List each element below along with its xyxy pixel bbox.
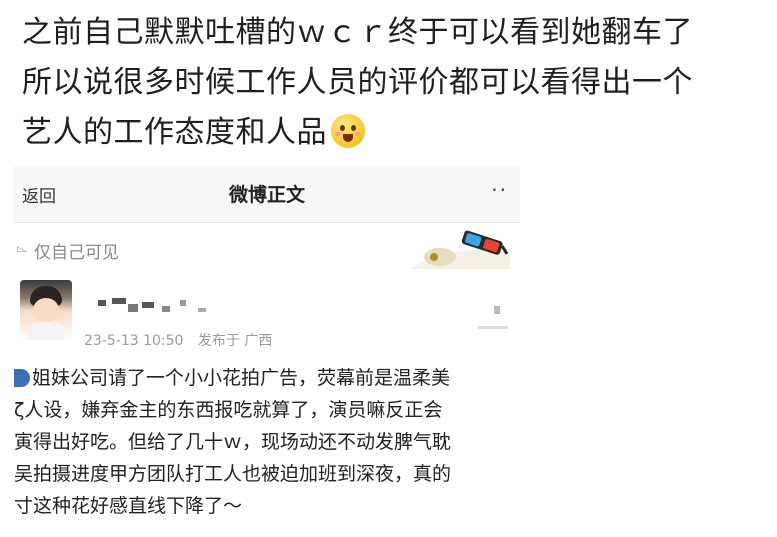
screenshot-page: 之前自己默默吐槽的ｗｃｒ终于可以看到她翻车了 所以说很多时候工作人员的评价都可以… — [0, 0, 777, 537]
post-source: 发布于 广西 — [197, 333, 273, 349]
caption-line-3: 艺人的工作态度和人品 — [22, 108, 772, 158]
page-title: 微博正文 — [228, 184, 305, 206]
blushing-face-emoji-icon — [331, 114, 365, 148]
post-body: 姐妹公司请了一个小小花拍广告，荧幕前是温柔美 ζ人设，嫌弃金主的东西报吃就算了，… — [14, 362, 520, 522]
author-name-redacted — [98, 298, 228, 312]
post-line-1: 姐妹公司请了一个小小花拍广告，荧幕前是温柔美 — [14, 362, 520, 394]
more-options-button[interactable]: ·· — [491, 178, 508, 202]
embedded-weibo-screenshot: 返回 微博正文 ·· ⌳ 仅自己可见 23-5-13 10:50 发布于 广西 … — [14, 166, 520, 536]
visibility-bar: ⌳ 仅自己可见 — [14, 223, 520, 273]
post-line-3: 寅得出好吃。但给了几十ｗ，现场动还不动发脾气耽 — [14, 431, 452, 453]
post-caption: 之前自己默默吐槽的ｗｃｒ终于可以看到她翻车了 所以说很多时候工作人员的评价都可以… — [22, 8, 772, 158]
lock-icon: ⌳ — [16, 238, 28, 256]
caption-line-1: 之前自己默默吐槽的ｗｃｒ终于可以看到她翻车了 — [22, 15, 693, 50]
follow-button-redacted[interactable] — [470, 306, 510, 336]
post-line-5: 寸这种花好感直线下降了～ — [14, 495, 243, 517]
visibility-label: 仅自己可见 — [34, 243, 119, 263]
post-date: 23-5-13 10:50 — [84, 333, 184, 349]
weibo-nav-bar: 返回 微博正文 ·· — [14, 166, 520, 223]
post-line-2: ζ人设，嫌弃金主的东西报吃就算了，演员嘛反正会 — [14, 399, 443, 421]
topic-icon — [14, 369, 30, 387]
post-line-1-text: 姐妹公司请了一个小小花拍广告，荧幕前是温柔美 — [32, 367, 451, 389]
post-meta: 23-5-13 10:50 发布于 广西 — [84, 330, 282, 350]
caption-line-3-text: 艺人的工作态度和人品 — [22, 115, 327, 150]
caption-line-2: 所以说很多时候工作人员的评价都可以看得出一个 — [22, 65, 693, 100]
post-line-4: 吴拍摄进度甲方团队打工人也被迫加班到深夜，真的 — [14, 463, 452, 485]
3d-glasses-decoration-icon — [410, 230, 510, 269]
child-avatar-icon[interactable] — [20, 280, 72, 340]
post-author-row: 23-5-13 10:50 发布于 广西 — [14, 276, 520, 356]
